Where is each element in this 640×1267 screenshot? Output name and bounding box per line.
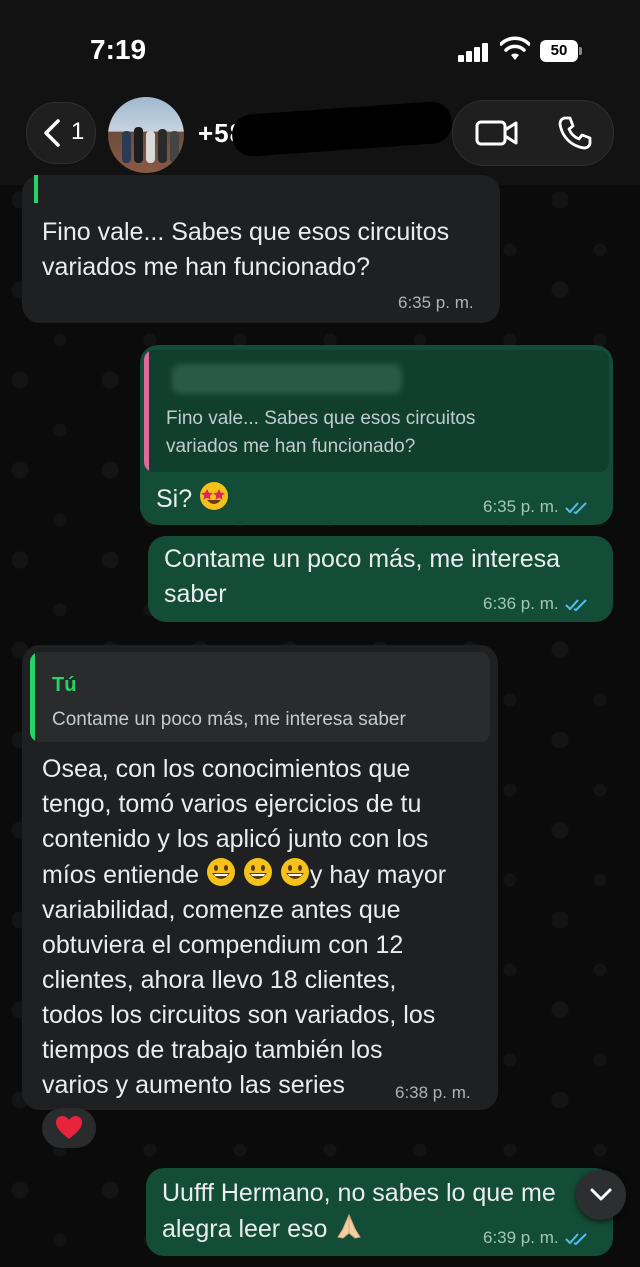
message-time: 6:35 p. m. <box>483 497 589 517</box>
message-bubble-incoming[interactable]: Tú Contame un poco más, me interesa sabe… <box>22 645 498 1110</box>
read-receipt-icon <box>564 598 587 611</box>
message-time: 6:39 p. m. <box>483 1228 589 1248</box>
quoted-text: Fino vale... Sabes que esos circuitos va… <box>166 408 476 457</box>
message-bubble-incoming[interactable]: Fino vale... Sabes que esos circuitos va… <box>22 175 500 323</box>
star-struck-emoji-icon <box>200 482 229 510</box>
back-button[interactable]: 1 <box>26 102 96 164</box>
status-bar: 7:19 50 <box>0 0 640 90</box>
unread-count: 1 <box>71 118 85 145</box>
quote-bar <box>144 350 149 472</box>
grinning-face-emoji-icon <box>280 858 309 886</box>
quoted-author: Tú <box>52 674 77 696</box>
quote-bar <box>30 652 35 742</box>
message-text: Fino vale... Sabes que esos circuitos va… <box>42 218 450 281</box>
read-receipt-icon <box>564 501 587 514</box>
chevron-down-icon <box>590 1188 612 1201</box>
message-text: Si? <box>156 481 229 517</box>
battery-icon: 50 <box>540 40 578 62</box>
message-time: 6:36 p. m. <box>483 594 589 614</box>
quoted-message[interactable]: Tú Contame un poco más, me interesa sabe… <box>30 652 490 742</box>
message-bubble-outgoing[interactable]: Contame un poco más, me interesa saber 6… <box>148 536 613 622</box>
quote-bar-remnant <box>34 175 38 203</box>
grinning-face-emoji-icon <box>207 858 235 886</box>
quoted-text: Contame un poco más, me interesa saber <box>52 709 406 730</box>
wifi-icon <box>500 36 530 60</box>
status-time: 7:19 <box>90 34 147 65</box>
call-actions <box>452 100 614 166</box>
message-bubble-outgoing[interactable]: Uufff Hermano, no sabes lo que me alegra… <box>146 1168 613 1256</box>
scroll-to-bottom-button[interactable] <box>576 1170 626 1220</box>
redaction-scribble <box>230 100 454 158</box>
cellular-signal-icon <box>458 42 490 62</box>
grinning-face-emoji-icon <box>243 858 272 886</box>
blurred-quote-author <box>172 364 402 394</box>
message-text: Osea, con los conocimientos que tengo, t… <box>42 755 447 1099</box>
battery-tip <box>579 47 582 55</box>
video-call-icon[interactable] <box>475 118 519 148</box>
heart-icon <box>56 1116 82 1139</box>
read-receipt-icon <box>564 1232 587 1245</box>
voice-call-icon[interactable] <box>557 115 593 151</box>
message-time: 6:38 p. m. <box>395 1083 471 1102</box>
folded-hands-emoji-icon <box>337 1213 362 1239</box>
quoted-message[interactable]: Fino vale... Sabes que esos circuitos va… <box>144 350 609 472</box>
chat-header: 1 +58 <box>0 90 640 185</box>
message-bubble-outgoing[interactable]: Fino vale... Sabes que esos circuitos va… <box>140 345 613 525</box>
chevron-left-icon <box>44 119 60 147</box>
message-time: 6:35 p. m. <box>398 293 474 312</box>
contact-avatar[interactable] <box>108 97 184 173</box>
message-reaction[interactable] <box>42 1108 96 1148</box>
